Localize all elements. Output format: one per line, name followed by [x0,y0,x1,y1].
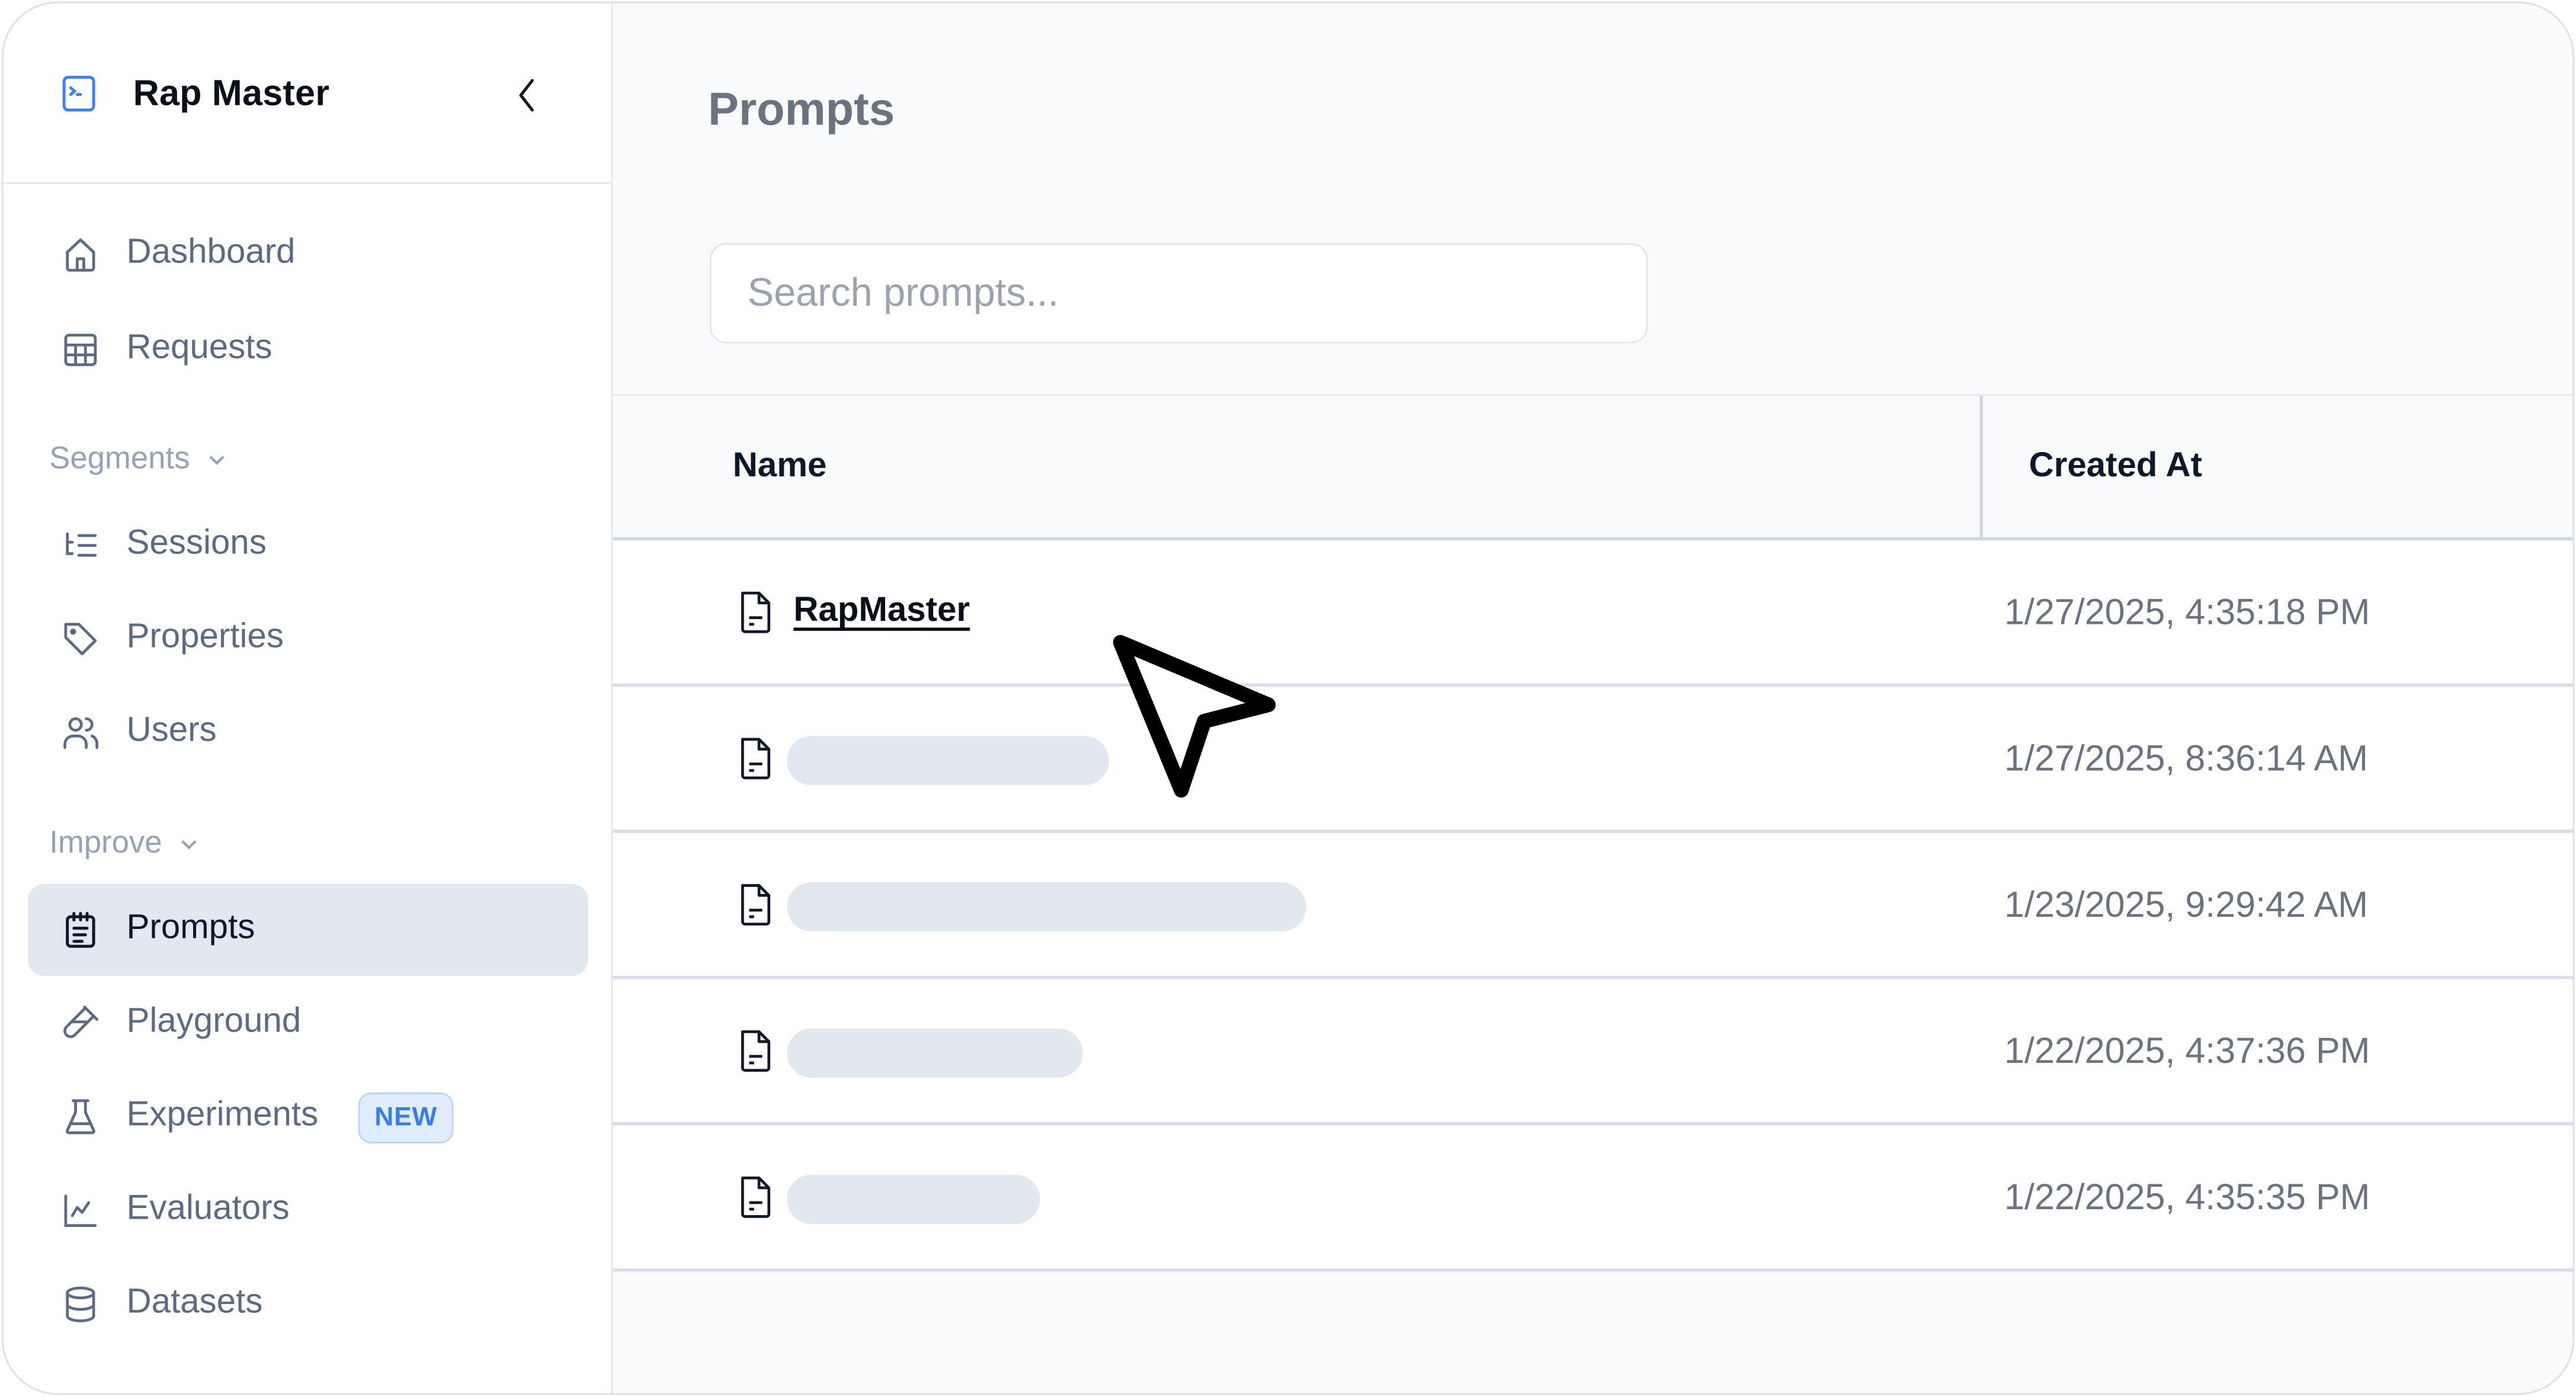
sidebar-item-dashboard[interactable]: Dashboard [28,209,588,300]
tag-icon [61,619,101,659]
flask-icon [61,1097,101,1137]
sidebar-item-label: Datasets [126,1283,263,1321]
sidebar-item-label: Requests [126,328,273,367]
sidebar-item-users[interactable]: Users [28,687,588,778]
sidebar-item-label: Sessions [126,524,267,562]
file-text-icon [736,1175,776,1221]
sidebar-item-label: Experiments [126,1095,319,1134]
table-row[interactable]: 1/27/2025, 8:36:14 AM [613,687,2573,833]
created-at: 1/23/2025, 9:29:42 AM [2004,883,2369,925]
chevron-down-icon [209,456,225,465]
created-at: 1/22/2025, 4:37:36 PM [2004,1030,2370,1071]
created-at: 1/27/2025, 4:35:18 PM [2004,591,2370,633]
sidebar-item-prompts[interactable]: Prompts [28,883,588,976]
sidebar-item-sessions[interactable]: Sessions [28,499,588,591]
sidebar-item-experiments[interactable]: Experiments NEW [28,1071,588,1163]
sidebar-item-label: Users [126,711,217,749]
terminal-icon [59,74,99,114]
file-text-icon [736,590,776,636]
section-improve-toggle[interactable]: Improve [49,826,200,863]
section-label: Segments [49,441,190,477]
chevron-left-icon [519,79,534,112]
sidebar-item-playground[interactable]: Playground [28,978,588,1069]
section-segments-toggle[interactable]: Segments [49,442,228,478]
sidebar-header: Rap Master [3,4,611,184]
sidebar-item-label: Dashboard [126,233,296,271]
collapse-sidebar-button[interactable] [506,72,546,118]
table-icon [61,330,101,370]
home-icon [61,235,101,275]
created-at: 1/27/2025, 8:36:14 AM [2004,738,2369,779]
name-skeleton [787,882,1306,932]
table-row[interactable]: 1/22/2025, 4:35:35 PM [613,1125,2573,1272]
column-divider[interactable] [1979,396,1982,537]
table-row[interactable]: 1/23/2025, 9:29:42 AM [613,832,2573,979]
sidebar-item-label: Evaluators [126,1189,290,1228]
sidebar-item-label: Properties [126,617,284,656]
sidebar: Rap Master Dashboard Requests Segments S… [3,3,613,1393]
section-label: Improve [49,826,162,861]
chevron-down-icon [181,840,197,850]
test-tube-icon [61,1004,101,1043]
table-row[interactable]: RapMaster 1/27/2025, 4:35:18 PM [613,540,2573,687]
name-skeleton [787,1028,1083,1078]
sidebar-item-label: Prompts [126,908,255,947]
sidebar-item-datasets[interactable]: Datasets [28,1258,588,1350]
line-chart-icon [61,1191,101,1231]
sidebar-item-label: Playground [126,1002,302,1040]
app-window: Rap Master Dashboard Requests Segments S… [1,1,2575,1395]
name-skeleton [787,736,1109,786]
table-row[interactable]: 1/22/2025, 4:37:36 PM [613,979,2573,1126]
prompts-table: Name Created At RapMaster 1/27/2025, 4:3… [613,394,2573,1272]
prompt-name-link[interactable]: RapMaster [793,591,970,631]
users-icon [61,713,101,752]
page-title: Prompts [708,84,895,135]
file-text-icon [736,736,776,782]
file-text-icon [736,1028,776,1075]
database-icon [61,1284,101,1324]
sidebar-item-requests[interactable]: Requests [28,304,588,396]
main-content: Prompts Name Created At RapMaster [613,3,2573,1393]
column-header-name[interactable]: Name [733,447,827,486]
project-name: Rap Master [133,72,330,114]
file-text-icon [736,882,776,928]
new-badge: NEW [358,1092,454,1144]
sidebar-item-properties[interactable]: Properties [28,593,588,685]
table-header: Name Created At [613,394,2573,541]
sidebar-item-evaluators[interactable]: Evaluators [28,1165,588,1257]
list-tree-icon [61,526,101,565]
name-skeleton [787,1174,1040,1224]
notepad-icon [61,910,101,950]
search-input[interactable] [709,243,1648,344]
column-header-created-at[interactable]: Created At [2029,447,2202,486]
created-at: 1/22/2025, 4:35:35 PM [2004,1176,2370,1217]
